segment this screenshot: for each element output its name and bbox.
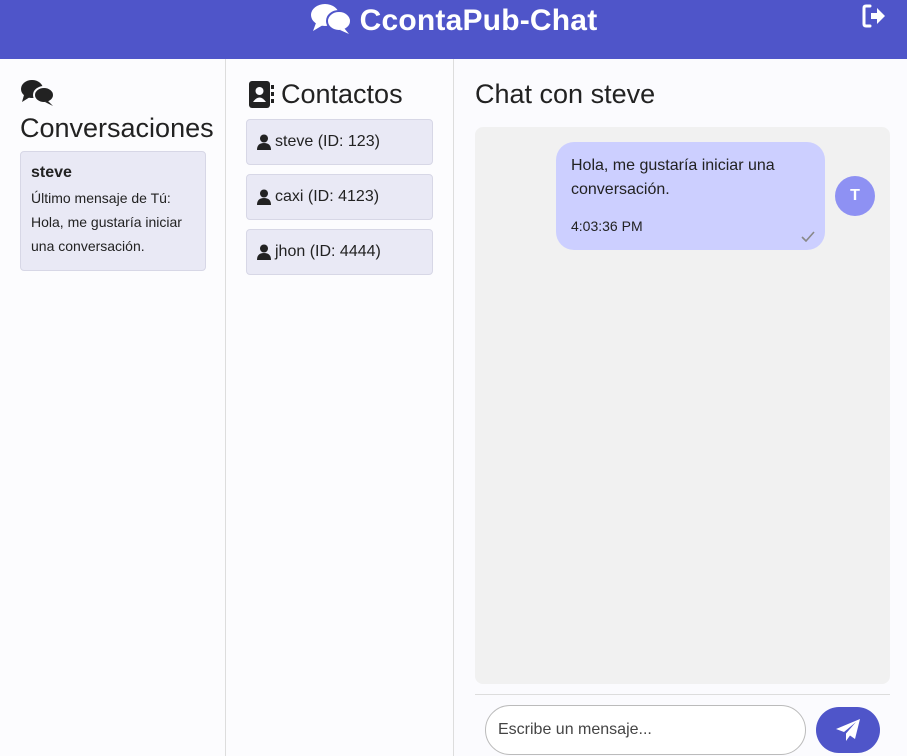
composer-divider [475,694,890,695]
conversations-panel: Conversaciones steve Último mensaje de T… [0,59,226,756]
brand: CcontaPub-Chat [0,0,907,42]
address-book-icon [249,81,274,108]
conversations-heading: Conversaciones [20,79,214,144]
contacts-heading: Contactos [248,79,403,110]
contact-label: caxi (ID: 4123) [275,188,380,205]
contacts-panel: Contactos steve (ID: 123) caxi (ID: 4123… [226,59,454,756]
conversation-item[interactable]: steve Último mensaje de Tú: Hola, me gus… [20,151,206,271]
conversations-heading-text: Conversaciones [20,113,214,143]
message-bubble: Hola, me gustaría iniciar una conversaci… [556,142,825,250]
sign-out-icon [862,4,885,28]
contact-item[interactable]: jhon (ID: 4444) [246,229,433,275]
contact-label: jhon (ID: 4444) [275,243,381,260]
message-text: Hola, me gustaría iniciar una conversaci… [571,157,775,198]
message-input[interactable] [485,705,806,755]
contact-item[interactable]: caxi (ID: 4123) [246,174,433,220]
message-area[interactable]: Hola, me gustaría iniciar una conversaci… [475,127,890,684]
comments-icon [21,80,55,106]
avatar: T [835,176,875,216]
user-icon [257,189,271,205]
send-button[interactable] [816,707,880,753]
paper-plane-icon [836,719,860,741]
contacts-heading-text: Contactos [281,79,403,109]
comments-icon [310,2,352,41]
app-title: CcontaPub-Chat [359,4,598,37]
logout-button[interactable] [861,3,887,29]
conversation-name: steve [31,164,72,181]
check-icon [801,231,815,242]
conversation-preview: Último mensaje de Tú: Hola, me gustaría … [31,190,182,254]
contact-label: steve (ID: 123) [275,133,380,150]
app-header: CcontaPub-Chat [0,0,907,59]
chat-panel: Chat con steve Hola, me gustaría iniciar… [454,59,907,756]
message-time: 4:03:36 PM [571,218,643,234]
user-icon [257,134,271,150]
user-icon [257,244,271,260]
chat-title: Chat con steve [475,79,656,109]
contact-item[interactable]: steve (ID: 123) [246,119,433,165]
